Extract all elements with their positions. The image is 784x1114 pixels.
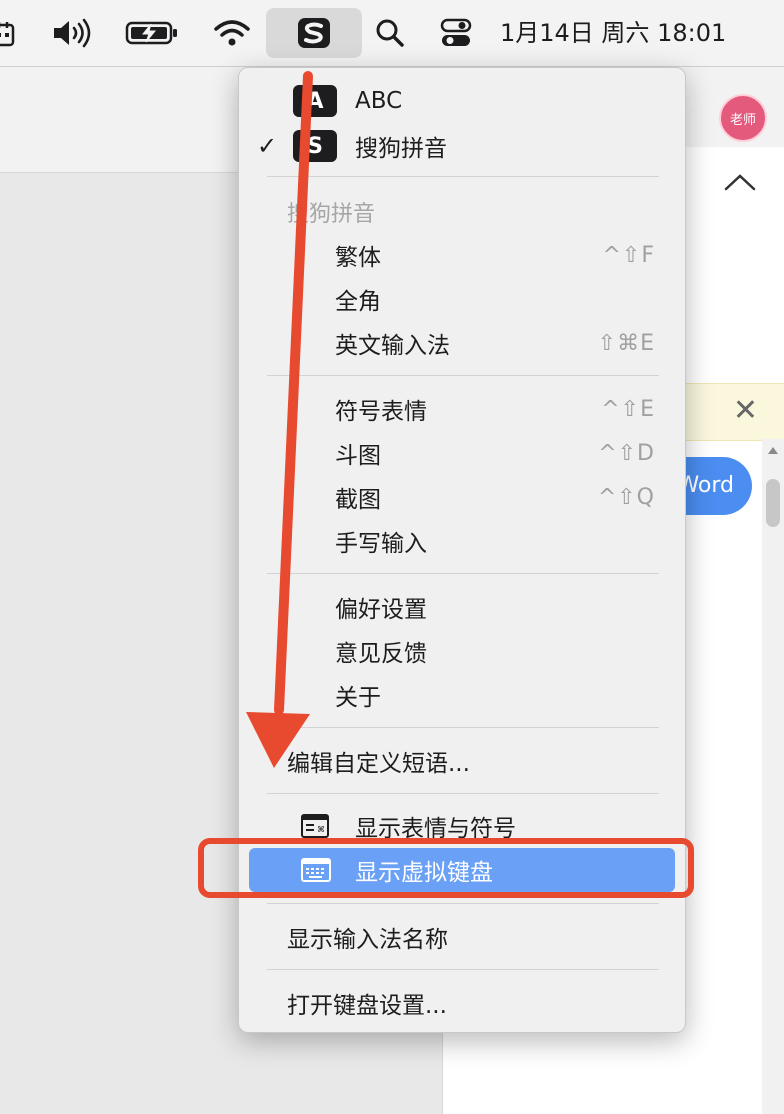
annotation-arrow xyxy=(246,71,313,768)
